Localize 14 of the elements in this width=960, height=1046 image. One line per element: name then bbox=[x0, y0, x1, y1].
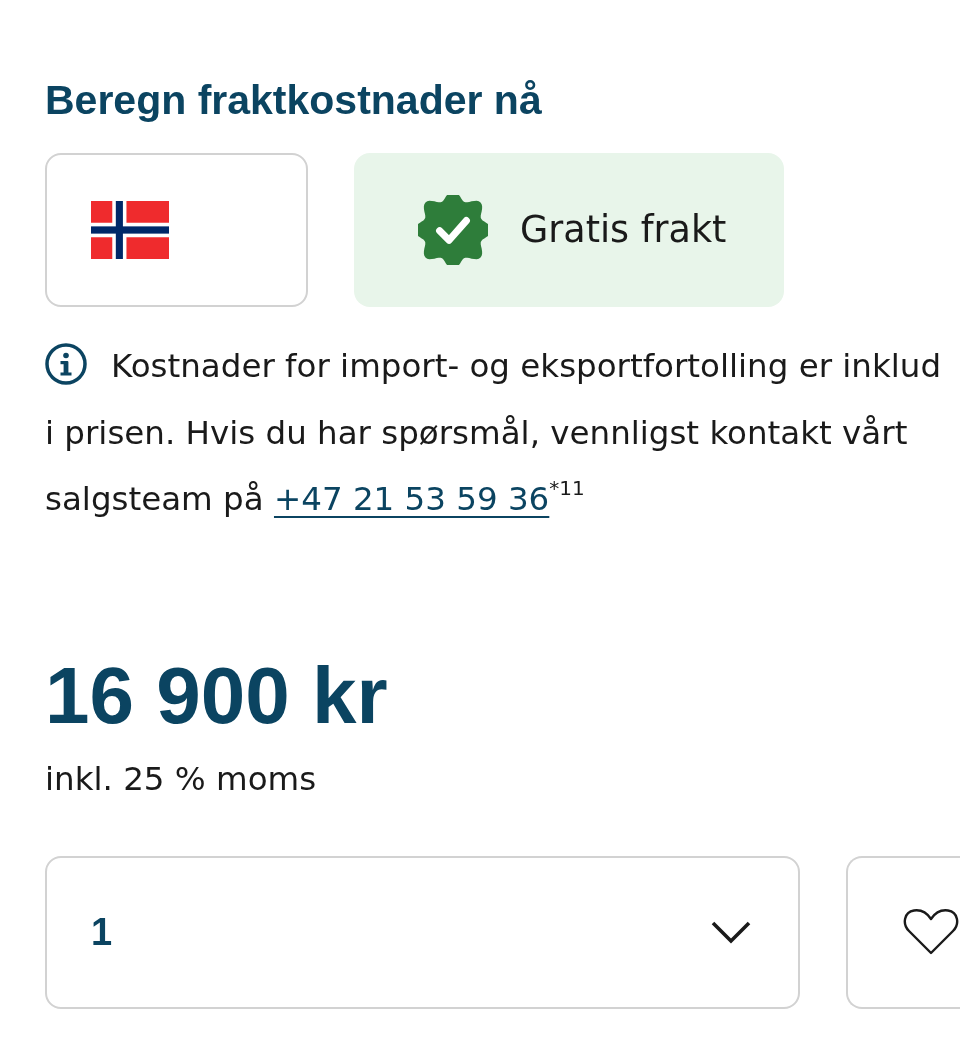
customs-info-text: Kostnader for import- og eksportfortolling er inklud i prisen. Hvis du har spørsmål, vennligst kontakt vårt salgsteam på +47 21 53 59 36$^{*11}$ bbox=[45, 333, 960, 533]
check-badge-icon bbox=[418, 195, 488, 265]
heart-icon bbox=[903, 908, 960, 956]
phone-link[interactable]: +47 21 53 59 36 bbox=[273, 480, 550, 518]
country-selector[interactable] bbox=[45, 153, 308, 307]
quantity-select[interactable]: 1 bbox=[45, 855, 801, 1009]
info-icon bbox=[45, 343, 87, 385]
shipping-label: Gratis frakt bbox=[520, 208, 727, 252]
vat-note: inkl. 25 % moms bbox=[45, 758, 317, 799]
wishlist-button[interactable] bbox=[846, 855, 960, 1009]
chevron-down-icon bbox=[711, 920, 752, 944]
section-title: Beregn fraktkostnader nå bbox=[45, 76, 542, 125]
price: 16 900 kr bbox=[45, 655, 388, 736]
flag-icon bbox=[91, 201, 169, 259]
